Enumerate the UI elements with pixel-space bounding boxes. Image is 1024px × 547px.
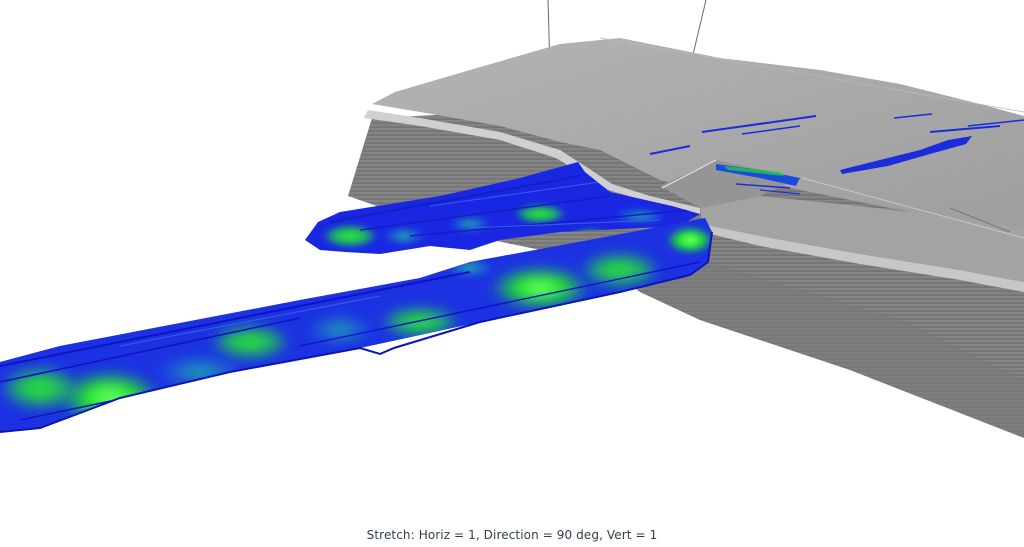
3d-viewport[interactable]: Stretch: Horiz = 1, Direction = 90 deg, … [0,0,1024,547]
3d-scene[interactable] [0,0,1024,547]
stretch-caption: Stretch: Horiz = 1, Direction = 90 deg, … [366,528,658,542]
